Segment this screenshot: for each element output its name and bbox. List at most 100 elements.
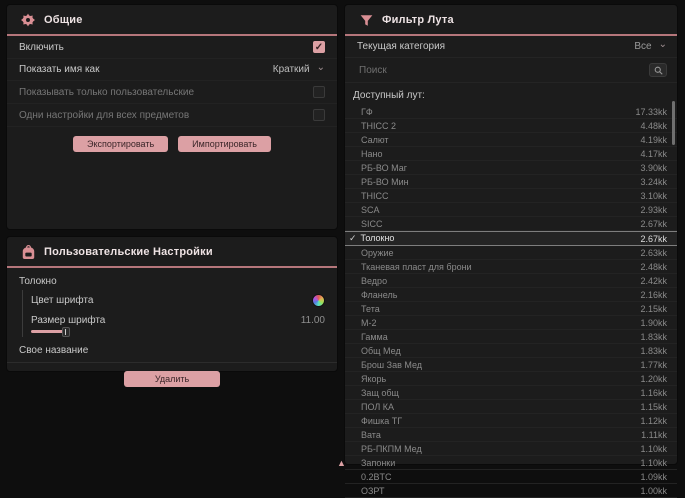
list-item[interactable]: М-2 1.90kk bbox=[345, 316, 677, 330]
list-item[interactable]: ✓Толокно2.67kk bbox=[345, 231, 677, 246]
item-settings-group: Цвет шрифта Размер шрифта 11.00 bbox=[22, 290, 337, 337]
item-name: SCA bbox=[361, 205, 380, 215]
list-item[interactable]: Тета2.15kk bbox=[345, 302, 677, 316]
font-size-label: Размер шрифта bbox=[31, 315, 105, 326]
item-name: РБ-ПКПМ Мед bbox=[361, 444, 422, 454]
filter-panel-title: Фильтр Лута bbox=[382, 14, 454, 26]
item-name: ✓Толокно bbox=[349, 233, 394, 244]
list-item[interactable]: Якорь1.20kk bbox=[345, 372, 677, 386]
item-name: Оружие bbox=[361, 248, 394, 258]
item-value: 2.63kk bbox=[640, 248, 667, 258]
list-item[interactable]: THICC 24.48kk bbox=[345, 119, 677, 133]
item-name: Фланель bbox=[361, 290, 397, 300]
list-item[interactable]: Брош Зав Мед 1.77kk bbox=[345, 358, 677, 372]
item-value: 17.33kk bbox=[635, 107, 667, 117]
enable-checkbox[interactable]: ✓ bbox=[313, 41, 325, 53]
list-item[interactable]: 0.2BTC 1.09kk bbox=[345, 470, 677, 484]
delete-button[interactable]: Удалить bbox=[124, 371, 220, 387]
slider-thumb[interactable] bbox=[62, 327, 70, 337]
backpack-icon bbox=[21, 245, 35, 259]
list-item[interactable]: Общ Мед1.83kk bbox=[345, 344, 677, 358]
scroll-up-arrow[interactable]: ▲ bbox=[337, 458, 346, 468]
custom-panel-title: Пользовательские Настройки bbox=[44, 246, 213, 258]
item-name: РБ-ВО Мин bbox=[361, 177, 409, 187]
list-item[interactable]: THICC3.10kk bbox=[345, 189, 677, 203]
selected-item-label: Толокно bbox=[7, 268, 337, 290]
custom-name-input[interactable] bbox=[181, 344, 325, 357]
loot-filter-panel: Фильтр Лута Текущая категория Все ⌄ Дост… bbox=[344, 4, 678, 465]
list-item[interactable]: Гамма1.83kk bbox=[345, 330, 677, 344]
item-name: Вата bbox=[361, 430, 381, 440]
export-button[interactable]: Экспортировать bbox=[73, 136, 168, 152]
custom-settings-panel: Пользовательские Настройки Толокно Цвет … bbox=[6, 236, 338, 372]
list-item[interactable]: Салют4.19kk bbox=[345, 133, 677, 147]
same-settings-checkbox[interactable] bbox=[313, 109, 325, 121]
item-value: 1.12kk bbox=[640, 416, 667, 426]
item-name: Брош Зав Мед bbox=[361, 360, 422, 370]
item-value: 1.00kk bbox=[640, 486, 667, 496]
display-name-select[interactable]: Краткий ⌄ bbox=[273, 64, 325, 75]
check-icon: ✓ bbox=[349, 233, 357, 243]
custom-panel-header: Пользовательские Настройки bbox=[7, 237, 337, 268]
display-name-value: Краткий bbox=[273, 64, 310, 75]
item-name: Запонки bbox=[361, 458, 395, 468]
list-item[interactable]: Ведро2.42kk bbox=[345, 274, 677, 288]
general-panel-title: Общие bbox=[44, 14, 83, 26]
display-name-row: Показать имя как Краткий ⌄ bbox=[7, 59, 337, 81]
funnel-icon bbox=[359, 13, 373, 27]
item-value: 1.77kk bbox=[640, 360, 667, 370]
list-item[interactable]: Фланель 2.16kk bbox=[345, 288, 677, 302]
custom-name-label: Свое название bbox=[19, 345, 88, 356]
list-item[interactable]: Тканевая пласт для брони2.48kk bbox=[345, 260, 677, 274]
font-size-row: Размер шрифта 11.00 bbox=[23, 311, 337, 327]
item-name: Тканевая пласт для брони bbox=[361, 262, 472, 272]
item-name: М-2 bbox=[361, 318, 377, 328]
color-wheel-icon[interactable] bbox=[312, 294, 325, 307]
item-value: 3.90kk bbox=[640, 163, 667, 173]
item-value: 3.24kk bbox=[640, 177, 667, 187]
list-item[interactable]: Запонки 1.10kk bbox=[345, 456, 677, 470]
list-item[interactable]: ОЗРТ 1.00kk bbox=[345, 484, 677, 498]
slider-fill bbox=[31, 330, 65, 333]
item-name: 0.2BTC bbox=[361, 472, 392, 482]
list-item[interactable]: Вата1.11kk bbox=[345, 428, 677, 442]
item-value: 1.20kk bbox=[640, 374, 667, 384]
font-size-value: 11.00 bbox=[301, 315, 325, 326]
item-value: 1.15kk bbox=[640, 402, 667, 412]
item-name: Фишка ТГ bbox=[361, 416, 402, 426]
list-item[interactable]: РБ-ПКПМ Мед1.10kk bbox=[345, 442, 677, 456]
list-item[interactable]: ПОЛ КА1.15kk bbox=[345, 400, 677, 414]
list-item[interactable]: SCA2.93kk bbox=[345, 203, 677, 217]
import-button[interactable]: Импортировать bbox=[178, 136, 271, 152]
item-value: 1.90kk bbox=[640, 318, 667, 328]
category-select[interactable]: Все ⌄ bbox=[634, 41, 667, 52]
item-name: Ведро bbox=[361, 276, 387, 286]
item-name: SICC bbox=[361, 219, 383, 229]
only-custom-label: Показывать только пользовательские bbox=[19, 87, 194, 98]
general-panel-header: Общие bbox=[7, 5, 337, 36]
only-custom-checkbox[interactable] bbox=[313, 86, 325, 98]
item-name: Салют bbox=[361, 135, 389, 145]
font-size-slider[interactable] bbox=[31, 327, 325, 337]
search-input[interactable] bbox=[357, 64, 501, 77]
list-item[interactable]: Оружие 2.63kk bbox=[345, 246, 677, 260]
item-name: THICC 2 bbox=[361, 121, 396, 131]
list-item[interactable]: SICC2.67kk bbox=[345, 217, 677, 231]
search-icon[interactable] bbox=[649, 63, 667, 77]
list-item[interactable]: Нано4.17kk bbox=[345, 147, 677, 161]
item-name: Тета bbox=[361, 304, 380, 314]
list-item[interactable]: РБ-ВО Маг3.90kk bbox=[345, 161, 677, 175]
item-value: 1.09kk bbox=[640, 472, 667, 482]
item-name: THICC bbox=[361, 191, 389, 201]
enable-row: Включить ✓ bbox=[7, 36, 337, 59]
list-item[interactable]: ГФ 17.33kk bbox=[345, 105, 677, 119]
item-name: ОЗРТ bbox=[361, 486, 385, 496]
item-value: 1.10kk bbox=[640, 458, 667, 468]
scrollbar-thumb[interactable] bbox=[672, 101, 675, 145]
item-value: 2.16kk bbox=[640, 290, 667, 300]
list-item[interactable]: РБ-ВО Мин 3.24kk bbox=[345, 175, 677, 189]
item-name: ГФ bbox=[361, 107, 373, 117]
list-item[interactable]: Фишка ТГ 1.12kk bbox=[345, 414, 677, 428]
list-item[interactable]: Защ общ1.16kk bbox=[345, 386, 677, 400]
display-name-label: Показать имя как bbox=[19, 64, 99, 75]
